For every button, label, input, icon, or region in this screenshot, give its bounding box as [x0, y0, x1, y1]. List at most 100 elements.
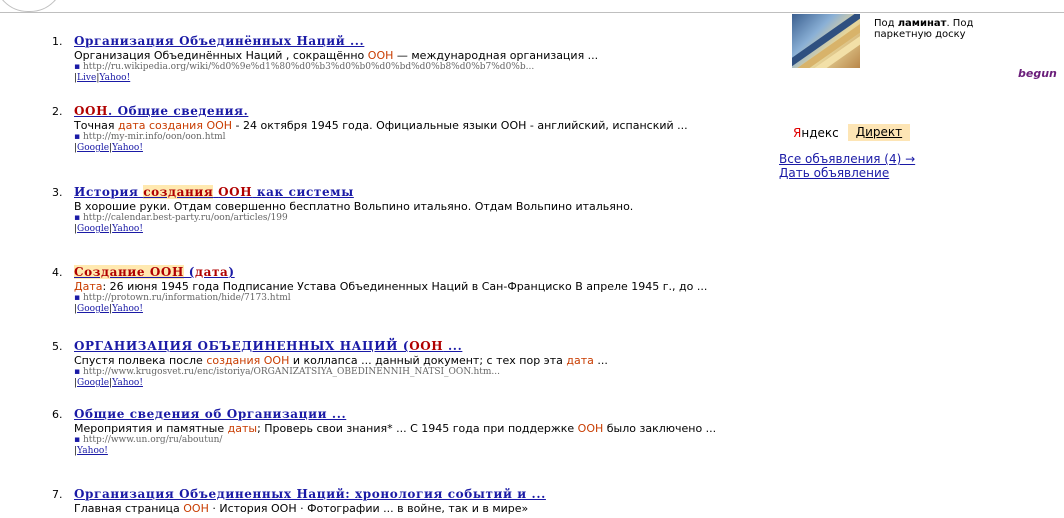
title-segment: Общие сведения об Организации ...	[74, 407, 347, 421]
title-segment: как системы	[252, 185, 354, 199]
ad-thumbnail-image[interactable]	[792, 14, 860, 68]
title-segment: ООН	[409, 339, 444, 353]
result-number: 4.	[52, 266, 63, 279]
result-url-text: http://www.un.org/ru/aboutun/	[82, 435, 223, 445]
title-segment: История	[74, 185, 144, 199]
ad-links: Все объявления (4) → Дать объявление	[779, 152, 915, 180]
engine-link-google[interactable]: Google	[77, 224, 109, 234]
engine-link-live[interactable]: Live	[77, 73, 96, 83]
result-title-link[interactable]: Организация Объединенных Наций: хронолог…	[74, 487, 814, 501]
bullet-icon: ▪	[74, 132, 83, 142]
result-snippet: Мероприятия и памятные даты; Проверь сво…	[74, 422, 814, 435]
snippet-segment: Мероприятия и памятные	[74, 422, 228, 435]
result-url-text: http://calendar.best-party.ru/oon/articl…	[82, 213, 288, 223]
engine-link-google[interactable]: Google	[77, 304, 109, 314]
snippet-segment: дата	[118, 119, 146, 132]
title-segment: . Общие сведения.	[108, 104, 249, 118]
result-snippet: Дата: 26 июня 1945 года Подписание Устав…	[74, 280, 814, 293]
result-number: 7.	[52, 488, 63, 501]
title-segment: ...	[443, 339, 463, 353]
search-result: 6. Общие сведения об Организации ... Мероп…	[34, 407, 814, 457]
engine-link-yahoo[interactable]: Yahoo!	[112, 378, 143, 388]
search-result: 3. История создания ООН как системы В хоро…	[34, 185, 814, 235]
result-engine-links: |Google|Yahoo!	[74, 224, 814, 235]
result-url: ▪ http://www.un.org/ru/aboutun/	[74, 435, 814, 446]
result-title-link[interactable]: ОРГАНИЗАЦИЯ ОБЪЕДИНЕННЫХ НАЦИЙ (ООН ...	[74, 339, 814, 353]
snippet-segment: даты	[227, 422, 258, 435]
result-snippet: В хорошие руки. Отдам совершенно бесплат…	[74, 200, 814, 213]
snippet-segment: ; Проверь свои знания* ... С 1945 года п…	[257, 422, 578, 435]
engine-link-yahoo[interactable]: Yahoo!	[77, 446, 108, 456]
title-segment: )	[228, 265, 235, 279]
result-title-link[interactable]: История создания ООН как системы	[74, 185, 814, 199]
direkt-link[interactable]: Директ	[847, 124, 911, 141]
engine-link-yahoo[interactable]: Yahoo!	[112, 224, 143, 234]
result-url-text: http://protown.ru/information/hide/7173.…	[82, 293, 291, 303]
result-engine-links: |Google|Yahoo!	[74, 304, 814, 315]
result-url-text: http://ru.wikipedia.org/wiki/%d0%9e%d1%8…	[82, 62, 535, 72]
result-title-link[interactable]: Создание ООН (дата)	[74, 265, 814, 279]
bullet-icon: ▪	[74, 435, 83, 445]
result-number: 5.	[52, 340, 63, 353]
snippet-segment: ООН	[206, 119, 233, 132]
result-title-link[interactable]: Общие сведения об Организации ...	[74, 407, 814, 421]
snippet-segment: — международная организация ...	[393, 49, 599, 62]
snippet-segment: ООН	[367, 49, 394, 62]
snippet-segment: : 26 июня 1945 года Подписание Устава Об…	[102, 280, 708, 293]
title-segment: (	[183, 265, 195, 279]
result-url-text: http://www.krugosvet.ru/enc/istoriya/ORG…	[82, 367, 501, 377]
result-url: ▪ http://protown.ru/information/hide/717…	[74, 293, 814, 304]
ad-text[interactable]: Под ламинат. Под паркетную доску	[874, 18, 1024, 40]
result-engine-links: |Google|Yahoo!	[74, 143, 814, 154]
engine-link-yahoo[interactable]: Yahoo!	[112, 143, 143, 153]
snippet-segment: Организация Объединённых Наций , сокращё…	[74, 49, 368, 62]
snippet-segment: ...	[593, 354, 608, 367]
search-result: 5. ОРГАНИЗАЦИЯ ОБЪЕДИНЕННЫХ НАЦИЙ (ООН ..…	[34, 339, 814, 389]
result-title-link[interactable]: Организация Объединённых Наций ...	[74, 34, 814, 48]
snippet-segment: ООН	[183, 502, 209, 515]
result-url: ▪ http://calendar.best-party.ru/oon/arti…	[74, 213, 814, 224]
snippet-segment: ООН	[577, 422, 604, 435]
browser-frame-top	[0, 0, 1064, 13]
engine-link-google[interactable]: Google	[77, 378, 109, 388]
result-engine-links: |Live|Yahoo!	[74, 73, 814, 84]
begun-logo[interactable]: begun	[1018, 67, 1057, 80]
search-result: 7. Организация Объединенных Наций: хронол…	[34, 487, 814, 515]
search-result: 1. Организация Объединённых Наций ... Орга…	[34, 34, 814, 84]
snippet-segment: было заключено ...	[603, 422, 717, 435]
yandex-logo-rest: ндекс	[801, 125, 839, 140]
engine-link-yahoo[interactable]: Yahoo!	[112, 304, 143, 314]
result-number: 6.	[52, 408, 63, 421]
snippet-segment: Спустя полвека после	[74, 354, 207, 367]
snippet-segment: В хорошие руки. Отдам совершенно бесплат…	[74, 200, 634, 213]
result-number: 2.	[52, 105, 63, 118]
result-title-link[interactable]: ООН. Общие сведения.	[74, 104, 814, 118]
bullet-icon: ▪	[74, 62, 83, 72]
result-url: ▪ http://my-mir.info/oon/oon.html	[74, 132, 814, 143]
result-url: ▪ http://www.krugosvet.ru/enc/istoriya/O…	[74, 367, 814, 378]
result-engine-links: |Google|Yahoo!	[74, 378, 814, 389]
snippet-segment: Главная страница	[74, 502, 184, 515]
result-snippet: Организация Объединённых Наций , сокращё…	[74, 49, 814, 62]
place-ad-link[interactable]: Дать объявление	[779, 166, 915, 180]
result-url: ▪ http://ru.wikipedia.org/wiki/%d0%9e%d1…	[74, 62, 814, 73]
result-number: 1.	[52, 35, 63, 48]
title-segment: создания	[143, 185, 214, 199]
snippet-segment: создания	[206, 354, 261, 367]
all-ads-link[interactable]: Все объявления (4) →	[779, 152, 915, 166]
engine-link-yahoo[interactable]: Yahoo!	[99, 73, 130, 83]
bullet-icon: ▪	[74, 293, 83, 303]
frame-tab-curve	[0, 0, 64, 12]
search-result: 2. ООН. Общие сведения. Точная дата создан…	[34, 104, 814, 154]
search-result: 4. Создание ООН (дата) Дата: 26 июня 1945 …	[34, 265, 814, 315]
snippet-segment: создания	[149, 119, 203, 132]
engine-link-google[interactable]: Google	[77, 143, 109, 153]
result-snippet: Точная дата создания ООН - 24 октября 19…	[74, 119, 814, 132]
snippet-segment: - 24 октября 1945 года. Официальные язык…	[232, 119, 688, 132]
result-number: 3.	[52, 186, 63, 199]
yandex-logo-text[interactable]: Яндекс	[793, 126, 839, 140]
ad-text-bold: ламинат	[897, 18, 947, 29]
title-segment: Создание ООН	[74, 265, 184, 279]
title-segment: ООН	[218, 185, 253, 199]
result-snippet: Главная страница ООН · История ООН · Фот…	[74, 502, 814, 515]
